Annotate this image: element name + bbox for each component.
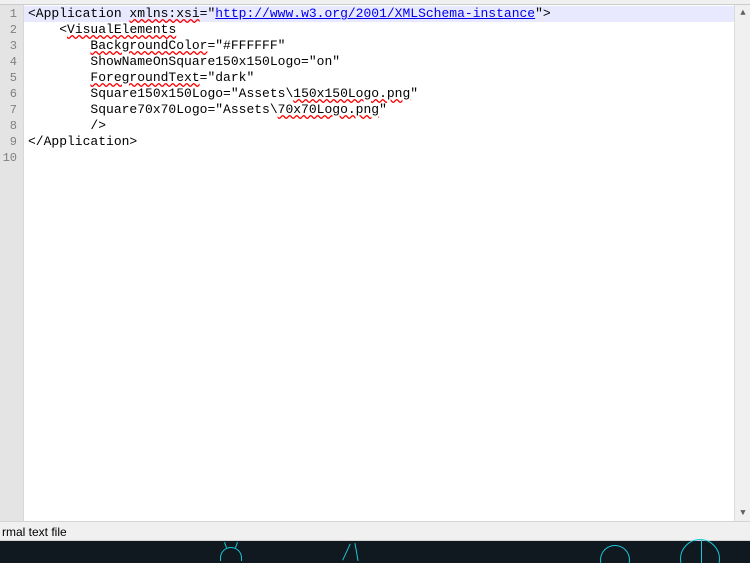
indent [28,86,90,101]
code-text: "> [535,6,551,21]
code-area[interactable]: <Application xmlns:xsi="http://www.w3.or… [24,5,750,521]
line-number: 6 [0,86,23,102]
code-text-error: 150x150Logo.png [293,86,410,101]
line-number-gutter: 1 2 3 4 5 6 7 8 9 10 [0,5,24,521]
code-text-error: ForegroundText [90,70,199,85]
code-line[interactable]: /> [24,118,750,134]
code-text: " [379,102,387,117]
code-line[interactable] [24,150,750,166]
indent [28,70,90,85]
code-text-error: VisualElements [67,22,176,37]
status-filetype: rmal text file [2,525,67,539]
circle-icon [600,545,630,563]
code-text: <Application [28,6,129,21]
code-line[interactable]: BackgroundColor="#FFFFFF" [24,38,750,54]
code-line[interactable]: Square150x150Logo="Assets\150x150Logo.pn… [24,86,750,102]
scroll-down-arrow-icon[interactable]: ▼ [735,505,750,521]
decoration-icon [354,543,358,561]
code-text: < [59,22,67,37]
vertical-scrollbar[interactable]: ▲ ▼ [734,5,750,521]
android-icon [220,547,242,561]
code-url[interactable]: http://www.w3.org/2001/XMLSchema-instanc… [215,6,535,21]
decoration-icon [342,544,351,561]
code-line[interactable]: ForegroundText="dark" [24,70,750,86]
globe-icon [680,539,720,563]
code-text-error: BackgroundColor [90,38,207,53]
indent [28,102,90,117]
line-number: 1 [0,6,23,22]
code-text: " [410,86,418,101]
editor-container: 1 2 3 4 5 6 7 8 9 10 <Application xmlns:… [0,5,750,521]
line-number: 3 [0,38,23,54]
line-number: 7 [0,102,23,118]
line-number: 9 [0,134,23,150]
code-text: Square150x150Logo="Assets\ [90,86,293,101]
code-text: ShowNameOnSquare150x150Logo="on" [90,54,340,69]
indent [28,38,90,53]
code-line[interactable]: <VisualElements [24,22,750,38]
indent [28,118,90,133]
code-text: =" [200,6,216,21]
code-line[interactable]: ShowNameOnSquare150x150Logo="on" [24,54,750,70]
code-line[interactable]: Square70x70Logo="Assets\70x70Logo.png" [24,102,750,118]
code-text: ="#FFFFFF" [207,38,285,53]
scroll-up-arrow-icon[interactable]: ▲ [735,5,750,21]
code-text-error: xmlns:xsi [129,6,199,21]
line-number: 5 [0,70,23,86]
line-number: 2 [0,22,23,38]
status-bar: rmal text file [0,521,750,541]
indent [28,22,59,37]
code-text: /> [90,118,106,133]
line-number: 10 [0,150,23,166]
line-number: 8 [0,118,23,134]
line-number: 4 [0,54,23,70]
scrollbar-track[interactable] [735,21,750,505]
code-line[interactable]: </Application> [24,134,750,150]
indent [28,54,90,69]
taskbar[interactable] [0,541,750,563]
code-text: Square70x70Logo="Assets\ [90,102,277,117]
code-text-error: 70x70Logo.png [278,102,379,117]
code-text: </Application> [28,134,137,149]
code-text: ="dark" [200,70,255,85]
code-line[interactable]: <Application xmlns:xsi="http://www.w3.or… [24,6,750,22]
